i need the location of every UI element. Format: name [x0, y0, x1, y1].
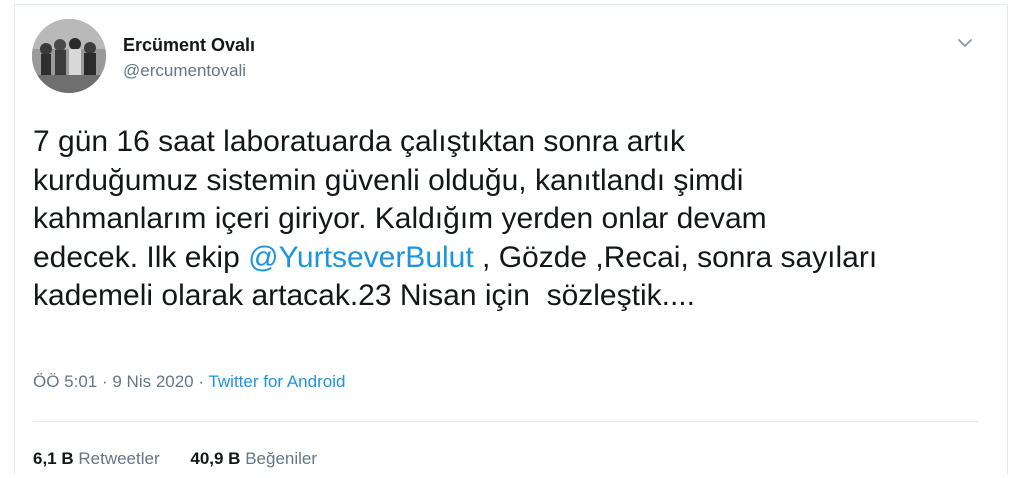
tweet-line: kademeli olarak artacak.23 Nisan için sö… [33, 279, 695, 312]
likes-count: 40,9 B [190, 449, 241, 468]
tweet-line: 7 gün 16 saat laboratuarda çalıştıktan s… [33, 125, 686, 158]
tweet-line: kahmanlarım içeri giriyor. Kaldığım yerd… [33, 202, 767, 235]
chevron-down-icon[interactable] [953, 31, 977, 55]
user-handle[interactable]: @ercumentovali [123, 61, 246, 81]
avatar-photo [32, 19, 106, 93]
retweets-count: 6,1 B [33, 449, 74, 468]
retweets-stat[interactable]: 6,1 B Retweetler [33, 449, 160, 469]
tweet-text-segment: , Gözde ,Recai, sonra sayıları [473, 240, 878, 274]
tweet-source-link[interactable]: Twitter for Android [208, 372, 345, 391]
tweet-stats: 6,1 B Retweetler 40,9 B Beğeniler [33, 449, 343, 469]
likes-label: Beğeniler [245, 449, 318, 468]
mention-link[interactable]: @YurtseverBulut [248, 241, 474, 274]
tweet-card: Ercüment Ovalı @ercumentovali 7 gün 16 s… [14, 4, 1008, 474]
likes-stat[interactable]: 40,9 B Beğeniler [190, 449, 317, 469]
tweet-line: kurduğumuz sistemin güvenli olduğu, kanı… [33, 163, 744, 197]
display-name[interactable]: Ercüment Ovalı [123, 35, 255, 56]
tweet-text: 7 gün 16 saat laboratuarda çalıştıktan s… [33, 123, 993, 316]
tweet-meta: ÖÖ 5:01 · 9 Nis 2020 · Twitter for Andro… [33, 372, 345, 392]
tweet-line: edecek. Ilk ekip @YurtseverBulut , Gözde… [33, 239, 993, 278]
tweet-timestamp[interactable]: ÖÖ 5:01 · 9 Nis 2020 · [33, 372, 208, 391]
avatar[interactable] [32, 19, 106, 93]
retweets-label: Retweetler [78, 449, 160, 468]
divider [33, 421, 978, 422]
tweet-text-segment: edecek. Ilk ekip [33, 240, 249, 274]
